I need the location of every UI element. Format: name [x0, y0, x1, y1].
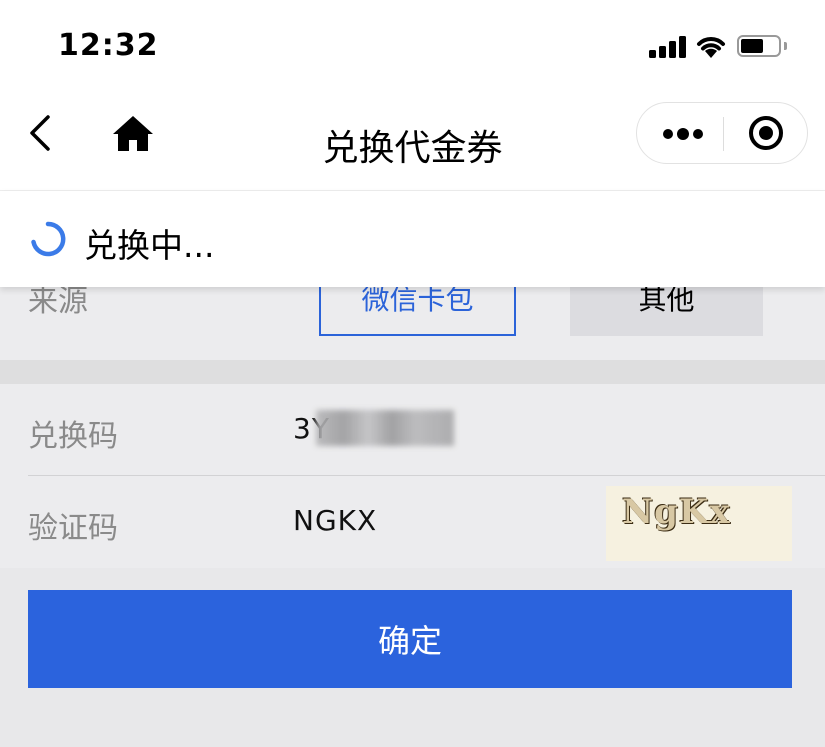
loading-toast: 兑换中...	[0, 191, 825, 287]
confirm-button[interactable]: 确定	[28, 590, 792, 688]
nav-bar: 兑换代金券	[0, 95, 825, 191]
signal-icon	[649, 36, 687, 58]
back-arrow-icon[interactable]	[22, 113, 62, 153]
captcha-text-main: NgKx	[622, 492, 731, 532]
home-icon[interactable]	[110, 113, 156, 153]
status-bar: 12:32	[0, 0, 825, 95]
source-row: 来源 微信卡包 其他	[0, 260, 825, 360]
battery-cap	[784, 42, 787, 50]
verify-input[interactable]: NGKX	[293, 504, 377, 537]
verify-label: 验证码	[28, 511, 118, 546]
loading-text: 兑换中...	[84, 226, 215, 265]
redacted-code-mask	[316, 410, 454, 446]
more-dots-icon[interactable]	[637, 103, 723, 163]
close-target-icon[interactable]	[723, 103, 809, 163]
captcha-image[interactable]: NgKx	[606, 486, 792, 561]
wifi-icon	[697, 37, 725, 58]
verify-row: 验证码 NGKX NgKx	[0, 476, 825, 568]
section-gap	[0, 360, 825, 384]
mini-program-capsule	[636, 102, 808, 164]
redeem-form: 兑换码 3Y 验证码 NGKX NgKx	[0, 384, 825, 568]
code-row: 兑换码 3Y	[0, 384, 825, 476]
battery-icon	[737, 35, 781, 57]
code-label: 兑换码	[28, 419, 118, 454]
status-time: 12:32	[58, 28, 159, 63]
loading-spinner-icon	[31, 221, 66, 257]
